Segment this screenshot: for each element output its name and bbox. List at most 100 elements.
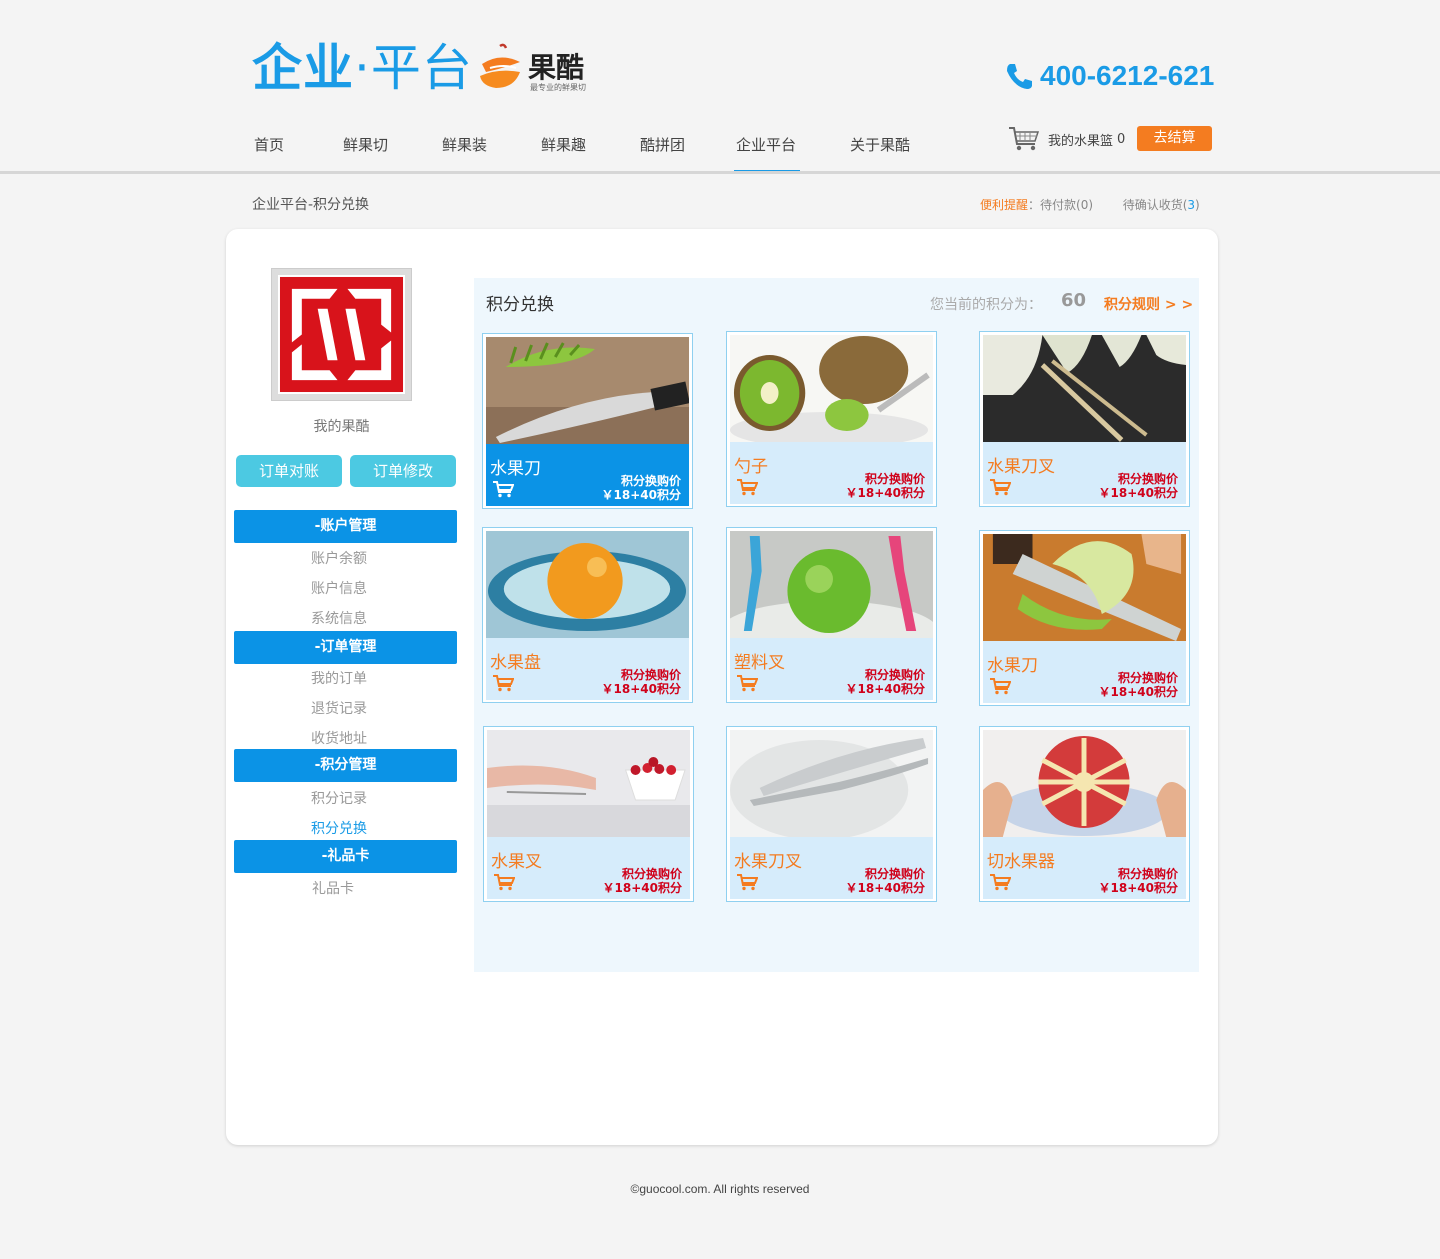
orange-peel-icon — [480, 43, 520, 88]
exchange-price: ￥18+40积分 — [1098, 685, 1178, 699]
company-logo-image — [278, 275, 405, 394]
nav-about[interactable]: 关于果酷 — [848, 128, 928, 174]
product-card[interactable]: 勺子 积分换购价 ￥18+40积分 — [726, 331, 937, 507]
brand-logo[interactable]: 果酷 最专业的鲜果切 — [474, 34, 604, 96]
logo-text-platform: 平台 — [370, 39, 473, 97]
add-to-cart-icon[interactable] — [736, 478, 758, 496]
add-to-cart-icon[interactable] — [989, 873, 1011, 891]
nav-fresh-cut[interactable]: 鲜果切 — [341, 128, 440, 174]
product-image-melon-knife — [983, 534, 1186, 641]
add-to-cart-icon[interactable] — [492, 674, 514, 692]
reminder-colon: ： — [1028, 198, 1041, 212]
fruit-basket[interactable]: 我的水果篮 0 — [1008, 125, 1125, 153]
menu-item-system-info[interactable]: 系统信息 — [234, 608, 444, 628]
product-image-fruit-fork — [983, 335, 1186, 442]
product-image-plastic-fork — [730, 531, 933, 638]
checkout-button[interactable]: 去结算 — [1137, 126, 1212, 151]
nav-divider — [0, 171, 1440, 174]
product-info: 水果刀叉 积分换购价 ￥18+40积分 — [730, 837, 933, 899]
exchange-price: ￥18+40积分 — [601, 488, 681, 502]
product-info: 切水果器 积分换购价 ￥18+40积分 — [983, 837, 1186, 899]
product-image-knife — [486, 337, 689, 444]
product-image-spoon — [730, 335, 933, 442]
exchange-price: ￥18+40积分 — [1098, 486, 1178, 500]
product-card[interactable]: 塑料叉 积分换购价 ￥18+40积分 — [726, 527, 937, 703]
exchange-price: ￥18+40积分 — [602, 881, 682, 895]
exchange-price: ￥18+40积分 — [845, 682, 925, 696]
product-image-fruit-plate — [486, 531, 689, 638]
product-card[interactable]: 水果刀 积分换购价 ￥18+40积分 — [979, 530, 1190, 706]
nav-enterprise-platform[interactable]: 企业平台 — [734, 128, 800, 174]
menu-gift-card[interactable]: -礼品卡 — [234, 840, 457, 873]
exchange-price: ￥18+40积分 — [601, 682, 681, 696]
add-to-cart-icon[interactable] — [989, 478, 1011, 496]
product-info: 塑料叉 积分换购价 ￥18+40积分 — [730, 638, 933, 700]
menu-item-shipping-address[interactable]: 收货地址 — [234, 728, 444, 748]
shopping-cart-icon — [1009, 127, 1040, 151]
points-rules-link[interactable]: 积分规则 > > — [1104, 294, 1193, 314]
breadcrumb: 企业平台-积分兑换 — [252, 197, 370, 213]
hotline-number: 400-6212-621 — [1040, 60, 1215, 91]
nav-group-buy[interactable]: 酷拼团 — [638, 128, 734, 174]
product-name: 水果盘 — [490, 653, 541, 673]
pending-receipt-link[interactable]: 待确认收货(3) — [1123, 198, 1200, 212]
add-to-cart-icon[interactable] — [736, 674, 758, 692]
product-name: 塑料叉 — [734, 653, 785, 673]
menu-points-management[interactable]: -积分管理 — [234, 749, 457, 782]
cart-count: 0 — [1117, 131, 1126, 147]
pending-receipt-label: 待确认收货( — [1122, 198, 1188, 212]
menu-item-account-info[interactable]: 账户信息 — [234, 578, 444, 598]
product-info: 水果刀 积分换购价 ￥18+40积分 — [486, 444, 689, 506]
brand-name: 果酷 — [528, 51, 585, 84]
menu-account-management[interactable]: -账户管理 — [234, 510, 457, 543]
site-logo[interactable]: 企业·平台 — [252, 40, 473, 96]
product-card[interactable]: 水果盘 积分换购价 ￥18+40积分 — [482, 527, 693, 703]
product-info: 勺子 积分换购价 ￥18+40积分 — [730, 442, 933, 504]
pending-payment-link[interactable]: 待付款(0) — [1040, 198, 1093, 212]
exchange-price: ￥18+40积分 — [845, 486, 925, 500]
product-name: 水果刀 — [490, 459, 541, 479]
product-info: 水果盘 积分换购价 ￥18+40积分 — [486, 638, 689, 700]
menu-item-my-orders[interactable]: 我的订单 — [234, 668, 444, 688]
product-card[interactable]: 切水果器 积分换购价 ￥18+40积分 — [979, 726, 1190, 902]
menu-order-management[interactable]: -订单管理 — [234, 631, 457, 664]
brand-tagline: 最专业的鲜果切 — [530, 83, 586, 92]
exchange-price: ￥18+40积分 — [1098, 881, 1178, 895]
product-name: 水果叉 — [491, 852, 542, 872]
menu-item-return-records[interactable]: 退货记录 — [234, 698, 444, 718]
product-image-apple-slicer — [983, 730, 1186, 837]
logo-text-enterprise: 企业 — [252, 39, 354, 97]
menu-item-points-exchange[interactable]: 积分兑换 — [234, 818, 444, 838]
product-info: 水果刀 积分换购价 ￥18+40积分 — [983, 641, 1186, 703]
my-guocool-link[interactable]: 我的果酷 — [271, 416, 412, 436]
main-nav: 首页 鲜果切 鲜果装 鲜果趣 酷拼团 企业平台 关于果酷 — [252, 128, 928, 174]
product-card[interactable]: 水果刀叉 积分换购价 ￥18+40积分 — [726, 726, 937, 902]
product-name: 水果刀叉 — [987, 457, 1055, 477]
menu-item-account-balance[interactable]: 账户余额 — [234, 548, 444, 568]
product-name: 水果刀 — [987, 656, 1038, 676]
product-name: 勺子 — [734, 457, 768, 477]
reminder-label: 便利提醒 — [980, 198, 1029, 212]
menu-item-gift-card[interactable]: 礼品卡 — [234, 878, 432, 898]
add-to-cart-icon[interactable] — [736, 873, 758, 891]
product-name: 切水果器 — [987, 852, 1055, 872]
pending-receipt-count: 3 — [1187, 198, 1196, 212]
hotline: 400-6212-621 — [1004, 58, 1214, 94]
cart-label: 我的水果篮 — [1048, 133, 1114, 149]
order-reconcile-button[interactable]: 订单对账 — [236, 455, 342, 487]
product-card[interactable]: 水果刀 积分换购价 ￥18+40积分 — [482, 333, 693, 509]
product-info: 水果叉 积分换购价 ￥18+40积分 — [487, 837, 690, 899]
add-to-cart-icon[interactable] — [989, 677, 1011, 695]
nav-fresh-fun[interactable]: 鲜果趣 — [539, 128, 638, 174]
nav-home[interactable]: 首页 — [252, 128, 341, 174]
product-image-fruit-fork-2 — [487, 730, 690, 837]
menu-item-points-records[interactable]: 积分记录 — [234, 788, 444, 808]
nav-fresh-pack[interactable]: 鲜果装 — [440, 128, 539, 174]
product-card[interactable]: 水果叉 积分换购价 ￥18+40积分 — [483, 726, 694, 902]
product-card[interactable]: 水果刀叉 积分换购价 ￥18+40积分 — [979, 331, 1190, 507]
order-modify-button[interactable]: 订单修改 — [350, 455, 456, 487]
add-to-cart-icon[interactable] — [492, 480, 514, 498]
logo-dot: · — [354, 39, 371, 97]
add-to-cart-icon[interactable] — [493, 873, 515, 891]
exchange-price: ￥18+40积分 — [845, 881, 925, 895]
